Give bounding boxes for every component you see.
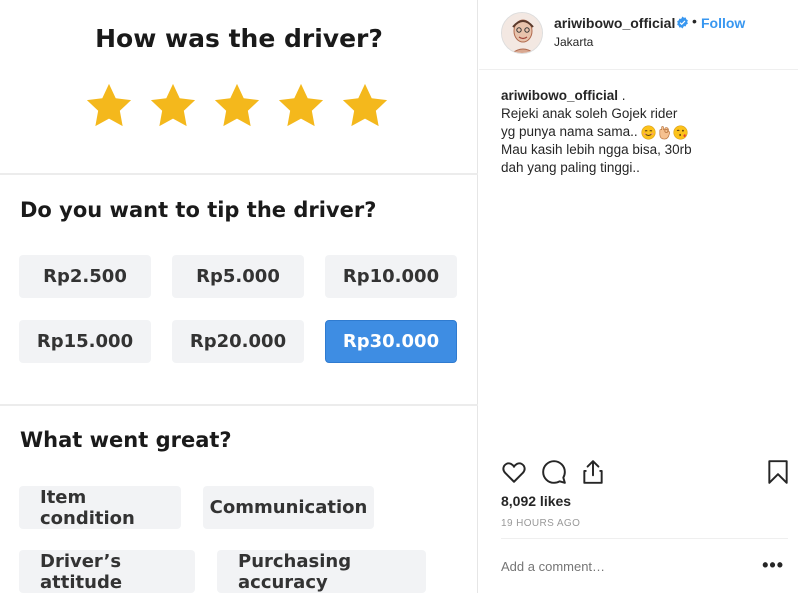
comment-bar: ••• — [501, 538, 788, 593]
caption-line: Rejeki anak soleh Gojek rider — [501, 106, 678, 121]
section-divider — [0, 173, 478, 175]
caption-line: yg punya nama sama.. — [501, 124, 638, 139]
instagram-post-panel: ariwibowo_official • Follow Jakarta ariw… — [479, 0, 798, 593]
separator-dot: • — [692, 13, 697, 29]
caption-emojis — [641, 125, 688, 140]
post-location[interactable]: Jakarta — [554, 35, 593, 49]
rating-title: How was the driver? — [95, 24, 383, 53]
tip-option-button[interactable]: Rp10.000 — [325, 255, 457, 298]
caption-line: Mau kasih lebih ngga bisa, 30rb — [501, 142, 692, 157]
tip-option-button[interactable]: Rp15.000 — [19, 320, 151, 363]
tip-option-button-selected[interactable]: Rp30.000 — [325, 320, 457, 363]
more-options-icon[interactable]: ••• — [762, 555, 784, 576]
feedback-chip[interactable]: Item condition — [19, 486, 181, 529]
feedback-chip[interactable]: Purchasing accuracy — [217, 550, 426, 593]
feedback-chip[interactable]: Communication — [203, 486, 374, 529]
comment-icon[interactable] — [541, 459, 567, 485]
post-caption: ariwibowo_official . Rejeki anak soleh G… — [501, 87, 791, 177]
star-icon[interactable] — [83, 80, 135, 132]
tip-option-button[interactable]: Rp2.500 — [19, 255, 151, 298]
post-header: ariwibowo_official • Follow Jakarta — [479, 0, 798, 70]
caption-line-with-emoji: yg punya nama sama.. — [501, 123, 791, 141]
follow-button[interactable]: Follow — [701, 15, 745, 31]
star-icon[interactable] — [211, 80, 263, 132]
star-rating[interactable] — [83, 80, 391, 132]
heart-icon[interactable] — [501, 459, 527, 485]
caption-after-user: . — [618, 88, 626, 103]
star-icon[interactable] — [147, 80, 199, 132]
tip-section-title: Do you want to tip the driver? — [20, 198, 377, 222]
caption-first-line: ariwibowo_official . — [501, 87, 791, 105]
tip-option-button[interactable]: Rp5.000 — [172, 255, 304, 298]
post-timestamp[interactable]: 19 HOURS AGO — [501, 518, 580, 529]
verified-badge-icon — [677, 16, 688, 29]
gojek-rating-screen: How was the driver? Do you want to tip t… — [0, 0, 478, 593]
star-icon[interactable] — [275, 80, 327, 132]
face-blowing-kiss-emoji-icon — [673, 125, 688, 140]
tip-option-button[interactable]: Rp20.000 — [172, 320, 304, 363]
smiling-face-emoji-icon — [641, 125, 656, 140]
share-icon[interactable] — [580, 459, 606, 485]
bookmark-icon[interactable] — [765, 459, 791, 485]
section-divider — [0, 404, 478, 406]
caption-line: dah yang paling tinggi.. — [501, 160, 640, 175]
ok-hand-emoji-icon — [659, 126, 671, 140]
likes-count[interactable]: 8,092 likes — [501, 493, 571, 509]
comment-input[interactable] — [501, 559, 731, 574]
avatar[interactable] — [501, 12, 543, 54]
star-icon[interactable] — [339, 80, 391, 132]
caption-username[interactable]: ariwibowo_official — [501, 88, 618, 103]
post-username[interactable]: ariwibowo_official — [554, 15, 675, 31]
avatar-portrait-icon — [502, 13, 542, 53]
great-section-title: What went great? — [20, 428, 232, 452]
post-actions — [501, 459, 791, 487]
feedback-chip[interactable]: Driver’s attitude — [19, 550, 195, 593]
